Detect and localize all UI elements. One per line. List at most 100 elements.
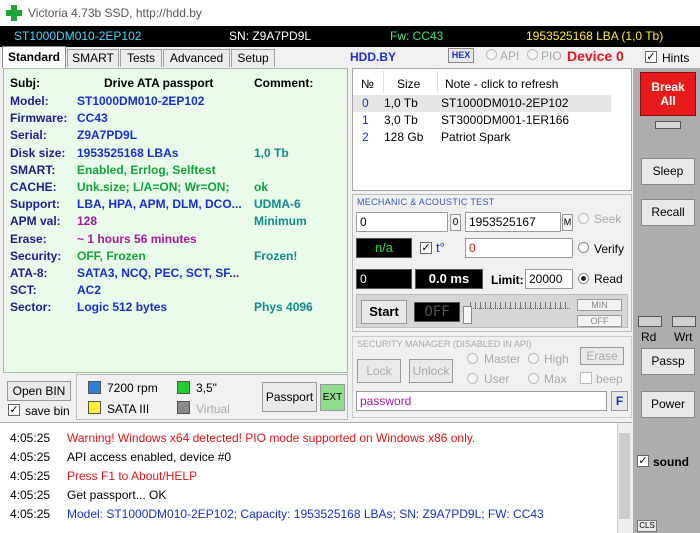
speed-display: 0.0 ms [415,269,483,289]
open-bin-button[interactable]: Open BIN [7,381,71,401]
read-radio[interactable] [578,273,589,284]
hints-checkbox[interactable]: ✓ [645,51,657,63]
sound-checkbox[interactable]: ✓ [637,455,649,467]
seek-radio[interactable] [578,213,589,224]
passport-row-value: Unk.size; L/A=ON; Wr=ON; [77,180,230,194]
passport-row-comment: Minimum [254,214,307,229]
passport-row-label: ATA-8: [10,266,48,280]
user-label: User [484,372,510,386]
passport-row-label: Support: [10,197,60,212]
devlist-num[interactable]: 2 [362,130,369,144]
tab-standard[interactable]: Standard [2,46,66,68]
info-firmware: Fw: CC43 [390,29,444,43]
devlist-header-note[interactable]: Note - click to refresh [445,77,558,91]
max-lba-button[interactable]: M [562,214,573,231]
master-label: Master [484,352,521,366]
log-time: 4:05:25 [10,450,51,464]
passport-row-value: ST1000DM010-2EP102 [77,94,205,108]
passport-row-value: CC43 [77,111,108,126]
device-indicator: Device 0 [567,48,624,64]
log-scrollbar-thumb[interactable] [619,433,630,519]
rpm-color-box [88,381,101,394]
save-bin-checkbox[interactable]: ✓ [8,404,20,416]
log-message: Press F1 to About/HELP [67,469,198,483]
tab-smart[interactable]: SMART [67,49,119,67]
tab-advanced[interactable]: Advanced [163,49,230,67]
tab-tests[interactable]: Tests [120,49,162,67]
verify-value-field[interactable]: 0 [465,238,573,258]
pio-radio[interactable] [527,49,538,60]
temperature-display: n/a [356,238,412,258]
f-button[interactable]: F [611,391,628,411]
cls-button[interactable]: CLS [637,520,657,532]
devlist-divider [437,71,438,93]
devlist-note[interactable]: ST1000DM010-2EP102 [441,96,568,110]
devlist-size[interactable]: 128 Gb [384,130,423,144]
break-indicator [655,121,681,129]
security-title: SECURITY MANAGER (DISABLED IN API) [357,339,532,349]
break-all-button[interactable]: Break All [640,72,696,116]
devlist-size[interactable]: 1,0 Tb [384,96,418,110]
devlist-num[interactable]: 1 [362,113,369,127]
devlist-num[interactable]: 0 [362,96,369,110]
high-radio[interactable] [528,353,539,364]
unlock-button[interactable]: Unlock [409,359,453,383]
passport-row-value: 128 [77,214,98,229]
passport-row-value: Enabled, Errlog, Selftest [77,162,216,177]
off-button[interactable]: OFF [577,315,622,327]
max-radio[interactable] [528,373,539,384]
aam-slider-thumb[interactable] [463,306,472,324]
passp-button[interactable]: Passp [641,348,695,375]
lock-button[interactable]: Lock [357,359,401,383]
verify-radio[interactable] [578,242,589,253]
sleep-button[interactable]: Sleep [641,158,695,185]
user-radio[interactable] [467,373,478,384]
master-radio[interactable] [467,353,478,364]
ata-passport-panel: Subj: Drive ATA passport Comment: Model:… [3,68,348,373]
sata-label: SATA III [107,402,150,416]
info-serial: SN: Z9A7PD9L [229,29,312,43]
recall-button[interactable]: Recall [641,199,695,226]
passport-row-value: 1953525168 LBAs [77,145,179,160]
devlist-header-size: Size [397,77,421,91]
log-message: Get passport... OK [67,488,167,502]
sound-label: sound [653,455,689,469]
end-lba-field[interactable]: 1953525167 [465,212,561,232]
save-bin-label: save bin [25,404,70,418]
beep-label: beep [596,372,623,386]
passport-row-value: LBA, HPA, APM, DLM, DCO... [77,197,242,212]
password-field[interactable]: password [356,391,607,411]
passport-row-value: ~ 1 hours 56 minutes [77,231,197,246]
devlist-size[interactable]: 3,0 Tb [384,113,418,127]
start-lba-field[interactable]: 0 [356,212,448,232]
ext-button[interactable]: EXT [320,384,345,411]
erase-button[interactable]: Erase [580,347,624,365]
start-button[interactable]: Start [361,300,407,324]
limit-field[interactable]: 20000 [525,269,573,289]
temperature-checkbox[interactable]: ✓ [420,242,432,254]
hex-button[interactable]: HEX [448,48,474,63]
passport-row-label: Security: [10,248,62,263]
zero-button[interactable]: 0 [450,214,461,231]
power-button[interactable]: Power [641,391,695,418]
seek-label: Seek [594,212,622,226]
min-button[interactable]: MIN [577,299,622,311]
off-indicator: OFF [414,302,460,322]
passport-button[interactable]: Passport [262,382,317,412]
passport-row-value: Logic 512 bytes [77,300,168,315]
log-time: 4:05:25 [10,469,51,483]
site-link[interactable]: HDD.BY [350,50,396,64]
passport-row-label: Model: [10,94,49,108]
log-message: Model: ST1000DM010-2EP102; Capacity: 195… [67,507,544,521]
hints-label: Hints [662,51,690,65]
devlist-note[interactable]: Patriot Spark [441,130,510,144]
passport-row-comment: Phys 4096 [254,300,313,315]
api-radio[interactable] [486,49,497,60]
tab-setup[interactable]: Setup [231,49,275,67]
devlist-divider [383,71,384,93]
rd-label: Rd [641,330,657,344]
beep-checkbox[interactable] [580,372,592,384]
passport-row-comment: Frozen! [254,248,298,263]
rpm-label: 7200 rpm [107,381,158,395]
devlist-note[interactable]: ST3000DM001-1ER166 [441,113,569,127]
